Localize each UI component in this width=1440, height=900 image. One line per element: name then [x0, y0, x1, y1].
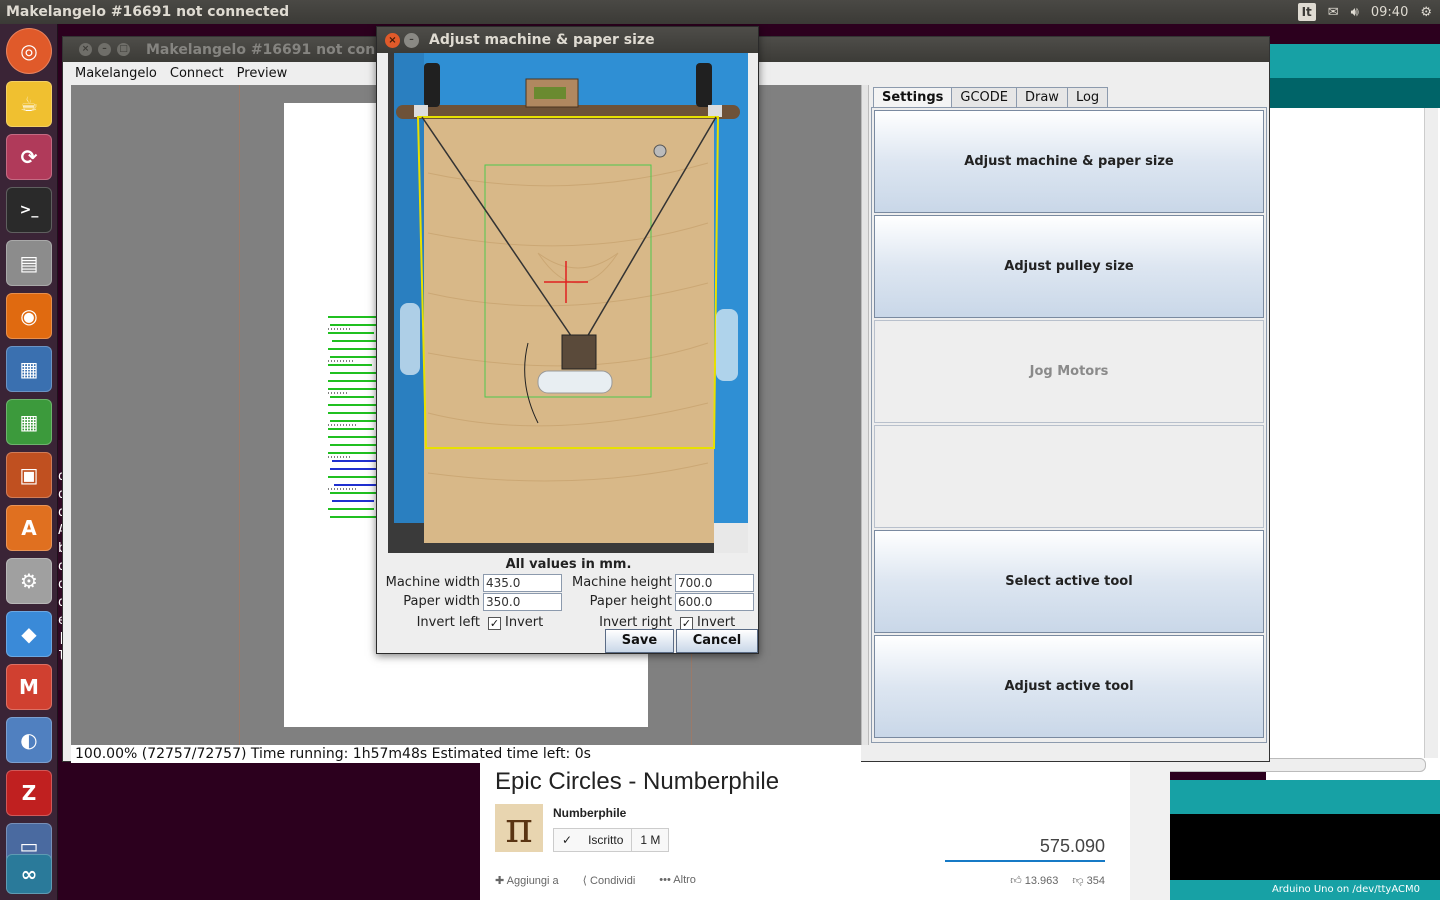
mail-icon[interactable]: ✉: [1328, 5, 1339, 20]
paper-width-label: Paper width: [403, 594, 480, 609]
invert-right-label: Invert right: [599, 615, 672, 630]
tab-gcode[interactable]: GCODE: [951, 87, 1017, 107]
machine-photo: [388, 53, 748, 553]
youtube-video-info: Epic Circles - Numberphile π Numberphile…: [480, 762, 1130, 900]
tab-log[interactable]: Log: [1066, 87, 1109, 107]
adjust-tool-button[interactable]: Adjust active tool: [874, 635, 1264, 738]
software-center-icon[interactable]: A: [6, 505, 52, 551]
like-dislike: 👍︎ 13.963 👎︎ 354: [1010, 874, 1105, 887]
cancel-button[interactable]: Cancel: [676, 629, 758, 653]
firefox-icon[interactable]: ◉: [6, 293, 52, 339]
subscribed-label: Iscritto: [588, 833, 624, 847]
files-icon[interactable]: ▤: [6, 240, 52, 286]
clock[interactable]: 09:40: [1371, 5, 1408, 20]
youtube-sidebar: [1130, 762, 1170, 900]
invert-right-text: Invert: [697, 615, 736, 630]
machine-width-input[interactable]: 435.0: [483, 574, 562, 592]
status-bar: 100.00% (72757/72757) Time running: 1h57…: [71, 745, 861, 763]
machine-limit-line: [239, 85, 240, 745]
invert-left-text: Invert: [505, 615, 544, 630]
arduino-window: Arduino Uno on /dev/ttyACM0: [1158, 44, 1440, 900]
arduino-console-bar: [1170, 780, 1440, 814]
active-window-title: Makelangelo #16691 not connected: [6, 4, 290, 20]
close-icon[interactable]: ×: [79, 43, 92, 56]
adjust-machine-button[interactable]: Adjust machine & paper size: [874, 110, 1264, 213]
select-tool-button[interactable]: Select active tool: [874, 530, 1264, 633]
paper-height-input[interactable]: 600.0: [675, 593, 754, 611]
menu-preview[interactable]: Preview: [237, 66, 288, 81]
machine-width-label: Machine width: [385, 575, 480, 590]
paper-width-input[interactable]: 350.0: [483, 593, 562, 611]
vertical-scrollbar[interactable]: [1424, 108, 1438, 758]
save-button[interactable]: Save: [605, 629, 674, 653]
subscribe-button[interactable]: ✓ Iscritto 1 M: [553, 828, 670, 852]
split-pane-divider[interactable]: [861, 85, 869, 745]
video-title: Epic Circles - Numberphile: [495, 768, 780, 795]
machine-height-label: Machine height: [572, 575, 672, 590]
ubuntu-dash-icon[interactable]: ◎: [6, 28, 52, 74]
gmail-icon[interactable]: M: [6, 664, 52, 710]
menu-makelangelo[interactable]: Makelangelo: [75, 66, 157, 81]
subscriber-count: 1 M: [631, 829, 668, 851]
keyboard-layout-indicator[interactable]: It: [1297, 3, 1316, 21]
invert-left-label: Invert left: [416, 615, 480, 630]
launcher: ◎ ☕ ⟳ >_ ▤ ◉ ▦ ▦ ▣ A ⚙ ◆ M ◐ Z ▭ ∞: [0, 24, 58, 900]
channel-name[interactable]: Numberphile: [553, 806, 626, 820]
sync-app-icon[interactable]: ⟳: [6, 134, 52, 180]
units-note: All values in mm.: [505, 557, 632, 572]
like-button[interactable]: 👍︎ 13.963: [1010, 874, 1058, 887]
adjust-pulley-button[interactable]: Adjust pulley size: [874, 215, 1264, 318]
share-button[interactable]: ⟨ Condividi: [583, 874, 636, 887]
maximize-icon[interactable]: □: [117, 43, 130, 56]
tab-bar: Settings GCODE Draw Log: [873, 87, 1109, 107]
jog-motors-button[interactable]: Jog Motors: [874, 320, 1264, 423]
indicators: It ✉ 🔊︎ 09:40 ⚙: [1297, 3, 1440, 21]
dropbox-icon[interactable]: ◆: [6, 611, 52, 657]
adjust-machine-dialog: × – Adjust machine & paper size All valu…: [376, 26, 759, 654]
paper-height-label: Paper height: [589, 594, 672, 609]
settings-tab-body: Adjust machine & paper size Adjust pulle…: [871, 107, 1267, 743]
app-icon[interactable]: ◐: [6, 717, 52, 763]
filezilla-icon[interactable]: Z: [6, 770, 52, 816]
arduino-tabbar: [1266, 78, 1440, 108]
system-settings-icon[interactable]: ⚙: [6, 558, 52, 604]
arduino-toolbar: [1266, 44, 1440, 78]
menu-connect[interactable]: Connect: [170, 66, 224, 81]
checkmark-icon: ✓: [489, 617, 500, 630]
tab-settings[interactable]: Settings: [873, 87, 953, 107]
minimize-icon[interactable]: –: [98, 43, 111, 56]
machine-photo-preview: [388, 53, 748, 553]
top-panel: Makelangelo #16691 not connected It ✉ 🔊︎…: [0, 0, 1440, 24]
gear-icon[interactable]: ⚙: [1420, 5, 1432, 20]
window-title: Makelangelo #16691 not connect: [146, 41, 410, 58]
terminal-icon[interactable]: >_: [6, 187, 52, 233]
dialog-titlebar: × – Adjust machine & paper size: [377, 27, 758, 53]
close-icon[interactable]: ×: [385, 32, 400, 48]
view-count: 575.090: [1039, 836, 1105, 856]
add-to-button[interactable]: ✚ Aggiungi a: [495, 874, 559, 887]
minimize-icon[interactable]: –: [404, 32, 419, 48]
tab-draw[interactable]: Draw: [1015, 87, 1068, 107]
machine-height-input[interactable]: 700.0: [675, 574, 754, 592]
dislike-button[interactable]: 👎︎ 354: [1072, 874, 1105, 887]
writer-icon[interactable]: ▦: [6, 346, 52, 392]
control-panel: Settings GCODE Draw Log Adjust machine &…: [869, 85, 1269, 747]
channel-avatar[interactable]: π: [495, 804, 543, 852]
more-button[interactable]: ••• Altro: [659, 874, 696, 887]
like-ratio-bar: [945, 860, 1105, 862]
dialog-title: Adjust machine & paper size: [429, 32, 655, 48]
invert-left-checkbox[interactable]: ✓: [488, 617, 501, 630]
empty-button-slot: [874, 425, 1264, 528]
check-icon: ✓: [562, 833, 573, 847]
teapot-app-icon[interactable]: ☕: [6, 81, 52, 127]
video-actions: ✚ Aggiungi a ⟨ Condividi ••• Altro: [495, 874, 696, 887]
arduino-status: Arduino Uno on /dev/ttyACM0: [1170, 880, 1440, 900]
arduino-icon[interactable]: ∞: [6, 854, 52, 894]
impress-icon[interactable]: ▣: [6, 452, 52, 498]
calc-icon[interactable]: ▦: [6, 399, 52, 445]
volume-icon[interactable]: 🔊︎: [1351, 5, 1359, 20]
